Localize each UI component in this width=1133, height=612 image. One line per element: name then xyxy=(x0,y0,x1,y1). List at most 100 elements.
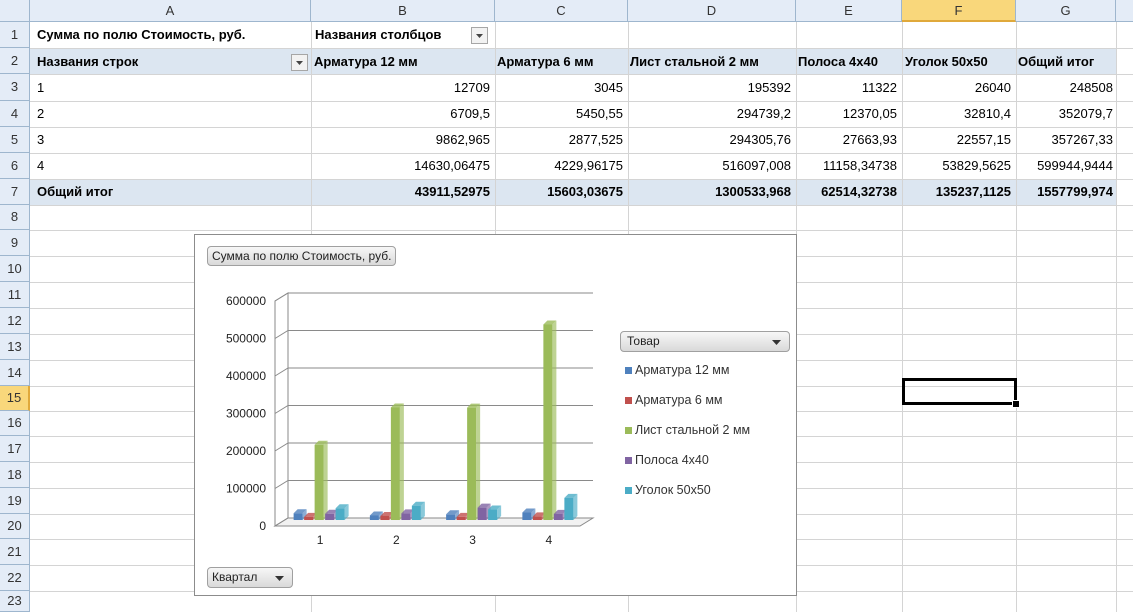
row-header-1[interactable]: 1 xyxy=(0,22,30,48)
row-header-3[interactable]: 3 xyxy=(0,74,30,101)
column-header-e[interactable]: E xyxy=(796,0,902,22)
pivot-header-5[interactable]: Уголок 50х50 xyxy=(905,50,988,74)
value-cell[interactable]: 22557,15 xyxy=(957,128,1011,152)
legend-item[interactable]: Арматура 6 мм xyxy=(635,393,723,407)
total-row-label[interactable]: Общий итог xyxy=(37,180,113,204)
column-header-a[interactable]: A xyxy=(30,0,311,22)
column-header-g[interactable]: G xyxy=(1016,0,1116,22)
row-header-19[interactable]: 19 xyxy=(0,488,30,514)
pivot-header-6[interactable]: Общий итог xyxy=(1018,50,1094,74)
column-header-b[interactable]: B xyxy=(311,0,495,22)
value-cell[interactable]: 11322 xyxy=(862,76,897,100)
pivot-header-4[interactable]: Полоса 4х40 xyxy=(798,50,878,74)
value-cell[interactable]: 3045 xyxy=(594,76,623,100)
value-cell[interactable]: 599944,9444 xyxy=(1037,154,1113,178)
value-cell[interactable]: 32810,4 xyxy=(964,102,1011,126)
total-cell[interactable]: 62514,32738 xyxy=(821,180,897,204)
y-tick-label: 200000 xyxy=(226,444,266,458)
total-cell[interactable]: 15603,03675 xyxy=(547,180,623,204)
value-cell[interactable]: 26040 xyxy=(975,76,1011,100)
row-header-15[interactable]: 15 xyxy=(0,386,30,411)
pivot-value-field[interactable]: Сумма по полю Стоимость, руб. xyxy=(37,23,245,47)
active-cell-f15[interactable] xyxy=(902,378,1017,405)
row-header-21[interactable]: 21 xyxy=(0,539,30,565)
row-header-10[interactable]: 10 xyxy=(0,256,30,282)
row-header-23[interactable]: 23 xyxy=(0,591,30,612)
value-cell[interactable]: 14630,06475 xyxy=(414,154,490,178)
row-header-6[interactable]: 6 xyxy=(0,153,30,179)
bar-Уголок 50х50 xyxy=(488,509,498,520)
pivot-row-labels-caption[interactable]: Названия строк xyxy=(37,50,138,74)
total-cell[interactable]: 1557799,974 xyxy=(1037,180,1113,204)
bar-Арматура 6 мм xyxy=(380,515,390,520)
row-header-12[interactable]: 12 xyxy=(0,308,30,334)
value-cell[interactable]: 352079,7 xyxy=(1059,102,1113,126)
x-tick-label: 2 xyxy=(393,533,400,547)
row-header-13[interactable]: 13 xyxy=(0,334,30,360)
bar-Арматура 6 мм xyxy=(304,516,314,520)
value-cell[interactable]: 9862,965 xyxy=(436,128,490,152)
row-filter-dropdown[interactable] xyxy=(291,54,308,71)
row-header-9[interactable]: 9 xyxy=(0,230,30,256)
legend-item[interactable]: Уголок 50х50 xyxy=(635,483,711,497)
column-filter-dropdown[interactable] xyxy=(471,27,488,44)
pivot-chart[interactable]: Сумма по полю Стоимость, руб. 0 100000 200… xyxy=(194,234,797,596)
row-label-1[interactable]: 1 xyxy=(37,76,44,100)
pivot-column-labels-caption[interactable]: Названия столбцов xyxy=(315,23,441,47)
value-cell[interactable]: 12709 xyxy=(454,76,490,100)
row-header-22[interactable]: 22 xyxy=(0,565,30,591)
value-cell[interactable]: 294739,2 xyxy=(737,102,791,126)
row-label-3[interactable]: 3 xyxy=(37,128,44,152)
column-header-d[interactable]: D xyxy=(628,0,796,22)
row-header-4[interactable]: 4 xyxy=(0,101,30,127)
value-cell[interactable]: 248508 xyxy=(1070,76,1113,100)
fill-handle[interactable] xyxy=(1012,400,1020,408)
legend-item[interactable]: Лист стальной 2 мм xyxy=(635,423,750,437)
value-cell[interactable]: 294305,76 xyxy=(730,128,791,152)
value-cell[interactable]: 53829,5625 xyxy=(942,154,1011,178)
pivot-header-1[interactable]: Арматура 12 мм xyxy=(314,50,418,74)
row-header-16[interactable]: 16 xyxy=(0,411,30,436)
value-cell[interactable]: 11158,34738 xyxy=(823,154,897,178)
pivot-header-3[interactable]: Лист стальной 2 мм xyxy=(630,50,759,74)
axis-field-button[interactable]: Квартал xyxy=(207,567,293,588)
row-header-18[interactable]: 18 xyxy=(0,462,30,488)
row-header-20[interactable]: 20 xyxy=(0,514,30,539)
row-header-5[interactable]: 5 xyxy=(0,127,30,153)
pivot-header-2[interactable]: Арматура 6 мм xyxy=(497,50,593,74)
total-cell[interactable]: 1300533,968 xyxy=(715,180,791,204)
value-cell[interactable]: 5450,55 xyxy=(576,102,623,126)
legend-item[interactable]: Арматура 12 мм xyxy=(635,363,729,377)
value-cell[interactable]: 357267,33 xyxy=(1052,128,1113,152)
row-header-7[interactable]: 7 xyxy=(0,179,30,205)
value-cell[interactable]: 195392 xyxy=(748,76,791,100)
total-cell[interactable]: 43911,52975 xyxy=(415,180,490,204)
bar-Лист стальной 2 мм xyxy=(543,324,553,520)
value-cell[interactable]: 4229,96175 xyxy=(554,154,623,178)
row-header-11[interactable]: 11 xyxy=(0,282,30,308)
bar-Лист стальной 2 мм xyxy=(314,444,324,520)
bar-Арматура 12 мм xyxy=(369,515,379,520)
value-cell[interactable]: 2877,525 xyxy=(569,128,623,152)
y-tick-label: 100000 xyxy=(226,482,266,496)
row-label-4[interactable]: 4 xyxy=(37,154,44,178)
value-cell[interactable]: 516097,008 xyxy=(722,154,791,178)
legend-field-button[interactable]: Товар xyxy=(620,331,790,352)
row-header-17[interactable]: 17 xyxy=(0,436,30,462)
row-label-2[interactable]: 2 xyxy=(37,102,44,126)
bar-side xyxy=(323,440,328,520)
column-header-c[interactable]: C xyxy=(495,0,628,22)
row-header-14[interactable]: 14 xyxy=(0,360,30,386)
row-header-8[interactable]: 8 xyxy=(0,205,30,230)
gridline-vertical xyxy=(902,22,903,612)
total-cell[interactable]: 135237,1125 xyxy=(936,180,1011,204)
value-cell[interactable]: 6709,5 xyxy=(450,102,490,126)
bar-side xyxy=(552,320,557,520)
column-header-f[interactable]: F xyxy=(902,0,1016,22)
legend-swatch xyxy=(625,427,632,434)
value-cell[interactable]: 12370,05 xyxy=(843,102,897,126)
value-cell[interactable]: 27663,93 xyxy=(843,128,897,152)
select-all-corner[interactable] xyxy=(0,0,30,22)
legend-item[interactable]: Полоса 4х40 xyxy=(635,453,709,467)
row-header-2[interactable]: 2 xyxy=(0,48,30,74)
